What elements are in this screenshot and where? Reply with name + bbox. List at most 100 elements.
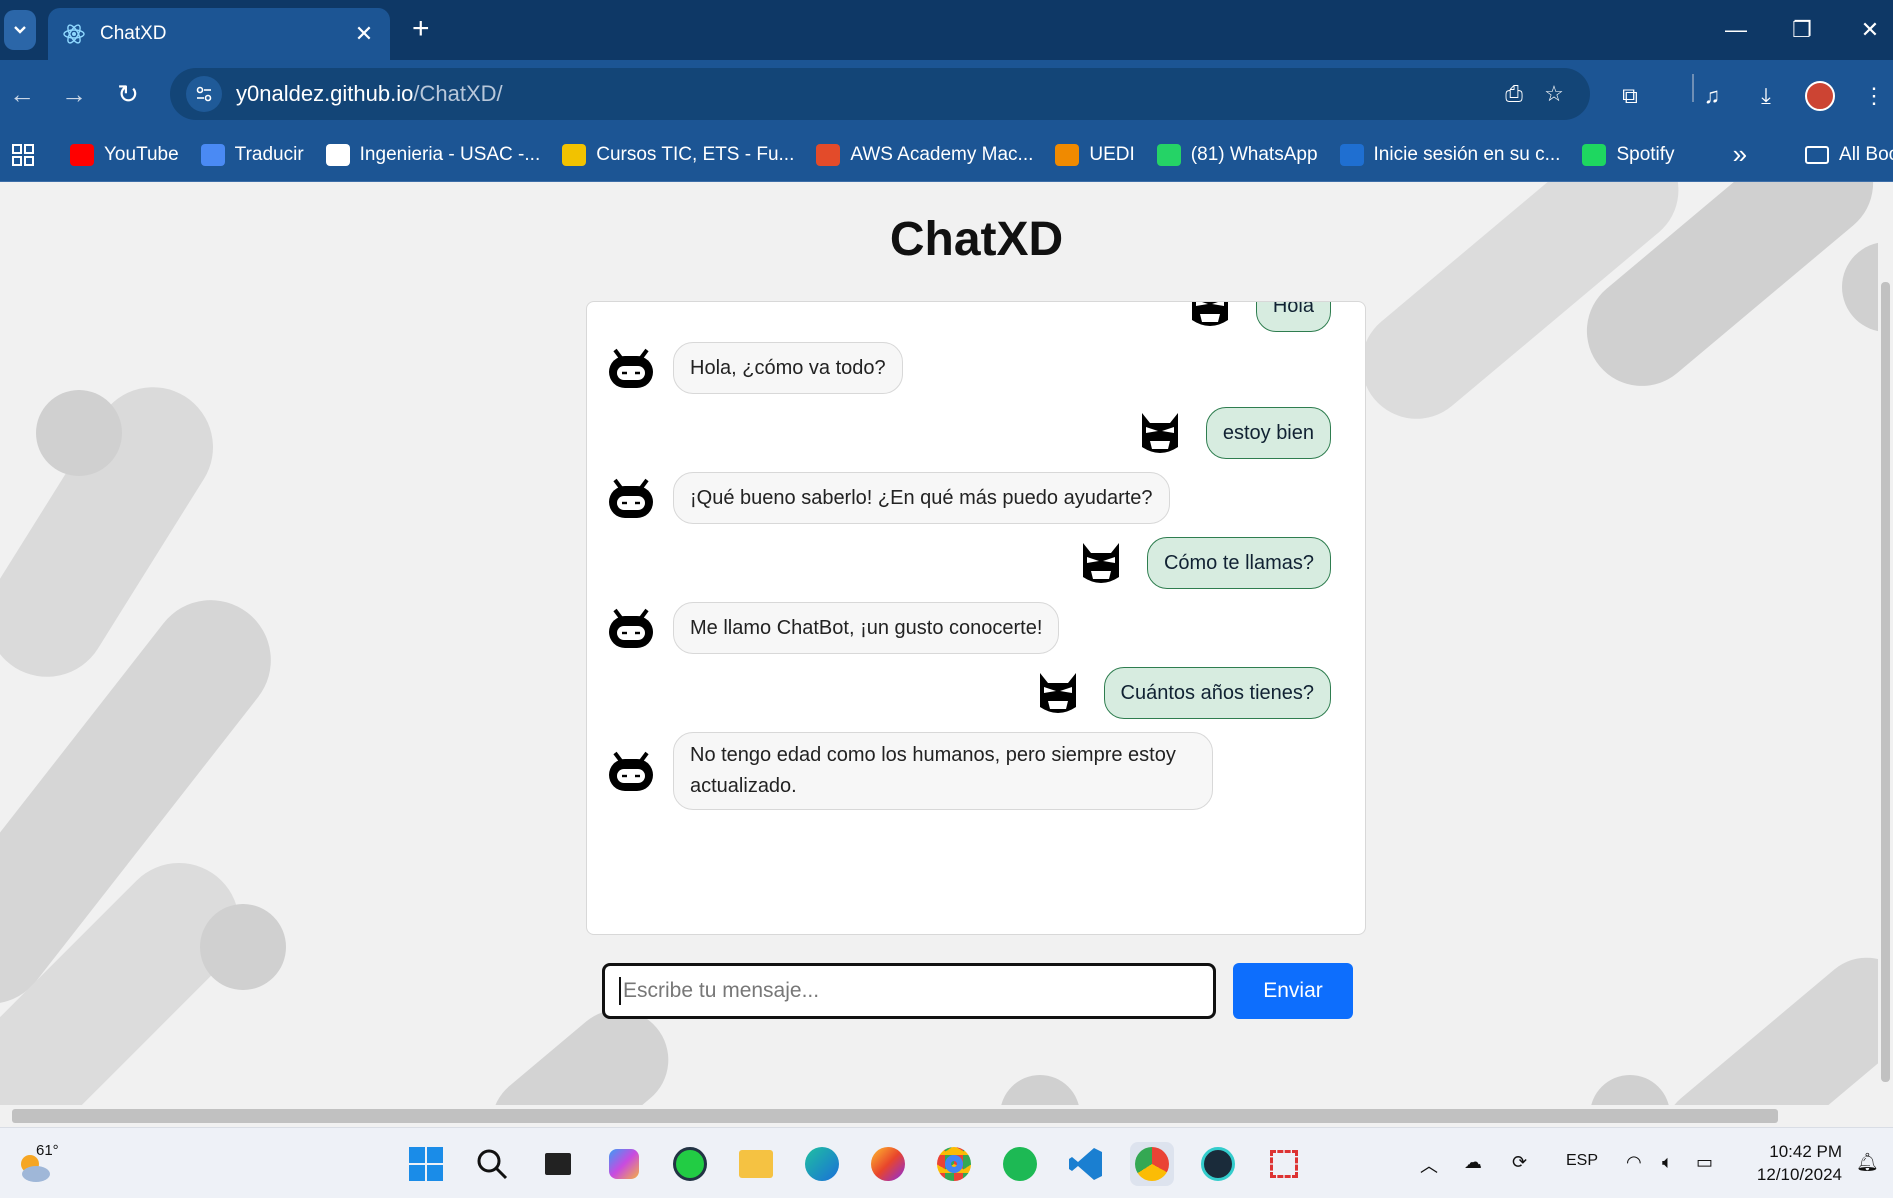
- message-bubble: Me llamo ChatBot, ¡un gusto conocerte!: [673, 602, 1060, 654]
- file-explorer-icon[interactable]: [734, 1142, 778, 1186]
- folder-icon: [1805, 145, 1830, 164]
- bookmark-item[interactable]: Spotify: [1582, 143, 1675, 166]
- bookmark-item[interactable]: (81) WhatsApp: [1156, 143, 1318, 166]
- clock-date: 12/10/2024: [1756, 1165, 1842, 1184]
- firefox-icon[interactable]: [866, 1142, 910, 1186]
- all-bookmarks-button[interactable]: All Bookmarks: [1805, 144, 1893, 166]
- apps-icon[interactable]: [12, 143, 34, 166]
- batman-avatar-icon: [1075, 537, 1127, 589]
- bookmark-favicon-icon: [200, 143, 225, 166]
- page-vertical-scrollbar-thumb[interactable]: [1881, 282, 1890, 1082]
- extensions-icon[interactable]: ⧉: [1612, 78, 1648, 114]
- send-button[interactable]: Enviar: [1233, 963, 1353, 1019]
- notifications-icon[interactable]: 🔔︎: [1856, 1152, 1879, 1173]
- bookmark-favicon-icon: [325, 143, 350, 166]
- language-indicator[interactable]: ESP: [1566, 1152, 1598, 1170]
- bookmark-label: YouTube: [104, 143, 179, 165]
- chat-messages[interactable]: ▲ ▼ HolaHola, ¿cómo va todo?estoy bien¡Q…: [586, 301, 1366, 935]
- bot-message: Me llamo ChatBot, ¡un gusto conocerte!: [605, 602, 1060, 654]
- bookmark-label: AWS Academy Mac...: [850, 143, 1034, 165]
- robot-avatar-icon: [605, 472, 657, 524]
- volume-icon[interactable]: 🔈︎: [1662, 1152, 1673, 1173]
- forward-button[interactable]: →: [54, 74, 94, 114]
- message-bubble: No tengo edad como los humanos, pero sie…: [673, 732, 1213, 810]
- all-bookmarks-label: All Bookmarks: [1839, 143, 1893, 165]
- address-bar[interactable]: y0naldez.github.io/ChatXD/ ⎙ ☆: [170, 68, 1590, 120]
- show-hidden-icons[interactable]: ︿: [1420, 1152, 1438, 1178]
- bookmark-item[interactable]: YouTube: [70, 143, 179, 166]
- bookmark-label: (81) WhatsApp: [1190, 143, 1318, 165]
- battery-icon[interactable]: ▭: [1696, 1152, 1713, 1173]
- batman-avatar-icon: [1184, 302, 1236, 332]
- chevron-down-icon: [14, 26, 26, 34]
- bg-circle: [200, 904, 286, 990]
- chrome-icon[interactable]: [1130, 1142, 1174, 1186]
- robot-avatar-icon: [605, 745, 657, 797]
- react-icon: [62, 22, 86, 46]
- tab-strip: ChatXD ✕ + — ❐ ✕: [0, 0, 1893, 60]
- wifi-icon[interactable]: ◠: [1626, 1152, 1642, 1173]
- snipping-tool-icon[interactable]: [1262, 1142, 1306, 1186]
- bookmark-item[interactable]: Inicie sesión en su c...: [1339, 143, 1560, 166]
- media-control-icon[interactable]: ♫: [1694, 78, 1730, 114]
- copilot-icon[interactable]: [602, 1142, 646, 1186]
- spotify-icon[interactable]: [998, 1142, 1042, 1186]
- page-vertical-scrollbar[interactable]: [1878, 182, 1893, 1105]
- bookmark-label: Spotify: [1616, 143, 1675, 165]
- bookmarks-bar: YouTube Traducir Ingenieria - USAC -... Cur…: [0, 128, 1893, 182]
- bookmark-star-icon[interactable]: ☆: [1534, 81, 1574, 107]
- search-icon[interactable]: [470, 1142, 514, 1186]
- app-icon[interactable]: [668, 1142, 712, 1186]
- message-input[interactable]: Escribe tu mensaje...: [602, 963, 1216, 1019]
- bg-shape: [1642, 937, 1878, 1105]
- bookmark-item[interactable]: UEDI: [1055, 143, 1135, 166]
- tab-title: ChatXD: [100, 23, 167, 44]
- url-text[interactable]: y0naldez.github.io/ChatXD/: [236, 81, 1494, 107]
- close-tab-icon[interactable]: ✕: [352, 21, 376, 47]
- page-horizontal-scrollbar-thumb[interactable]: [12, 1109, 1778, 1123]
- tab-search-button[interactable]: [4, 10, 36, 50]
- message-bubble: Cómo te llamas?: [1146, 537, 1331, 589]
- bookmarks-overflow-button[interactable]: »: [1733, 139, 1747, 170]
- temperature: 61°: [36, 1142, 59, 1159]
- user-message: estoy bien: [1134, 407, 1331, 459]
- bg-circle: [36, 390, 122, 476]
- bookmark-favicon-icon: [70, 143, 94, 166]
- bookmark-item[interactable]: AWS Academy Mac...: [816, 143, 1034, 166]
- message-bubble: Hola: [1255, 302, 1331, 332]
- chrome-profile-icon[interactable]: [932, 1142, 976, 1186]
- vscode-icon[interactable]: [1064, 1142, 1108, 1186]
- message-input-placeholder: Escribe tu mensaje...: [623, 979, 820, 1002]
- page-title: ChatXD: [889, 213, 1064, 266]
- tab-chatxd[interactable]: ChatXD ✕: [48, 8, 390, 60]
- install-app-icon[interactable]: ⎙: [1494, 81, 1534, 107]
- new-tab-button[interactable]: +: [412, 14, 430, 44]
- bg-circle: [1590, 1075, 1670, 1105]
- bookmark-item[interactable]: Ingenieria - USAC -...: [325, 143, 540, 166]
- bookmark-item[interactable]: Traducir: [200, 143, 304, 166]
- task-view-icon[interactable]: [536, 1142, 580, 1186]
- bookmark-favicon-icon: [1582, 143, 1607, 166]
- sync-icon[interactable]: ⟳: [1512, 1152, 1527, 1173]
- profile-avatar[interactable]: [1802, 78, 1838, 114]
- downloads-icon[interactable]: ⤓: [1748, 78, 1784, 114]
- edge-icon[interactable]: [800, 1142, 844, 1186]
- menu-icon[interactable]: ⋮: [1856, 78, 1892, 114]
- close-window-button[interactable]: ✕: [1840, 10, 1893, 50]
- onedrive-icon[interactable]: ☁: [1464, 1152, 1482, 1173]
- user-message: Cómo te llamas?: [1075, 537, 1331, 589]
- start-icon[interactable]: [404, 1142, 448, 1186]
- app-icon-dark[interactable]: [1196, 1142, 1240, 1186]
- reload-button[interactable]: ↻: [108, 74, 148, 114]
- back-button[interactable]: ←: [2, 74, 42, 114]
- bookmark-label: UEDI: [1089, 143, 1135, 165]
- bot-message: ¡Qué bueno saberlo! ¿En qué más puedo ay…: [605, 472, 1170, 524]
- bookmark-item[interactable]: Cursos TIC, ETS - Fu...: [562, 143, 794, 166]
- restore-button[interactable]: ❐: [1772, 10, 1832, 50]
- minimize-button[interactable]: —: [1706, 10, 1766, 50]
- bookmark-favicon-icon: [1339, 143, 1364, 166]
- site-info-icon[interactable]: [186, 76, 222, 112]
- page-horizontal-scrollbar[interactable]: [0, 1105, 1893, 1127]
- clock[interactable]: 10:42 PM 12/10/2024: [1746, 1140, 1842, 1186]
- url-path: /ChatXD/: [413, 81, 503, 106]
